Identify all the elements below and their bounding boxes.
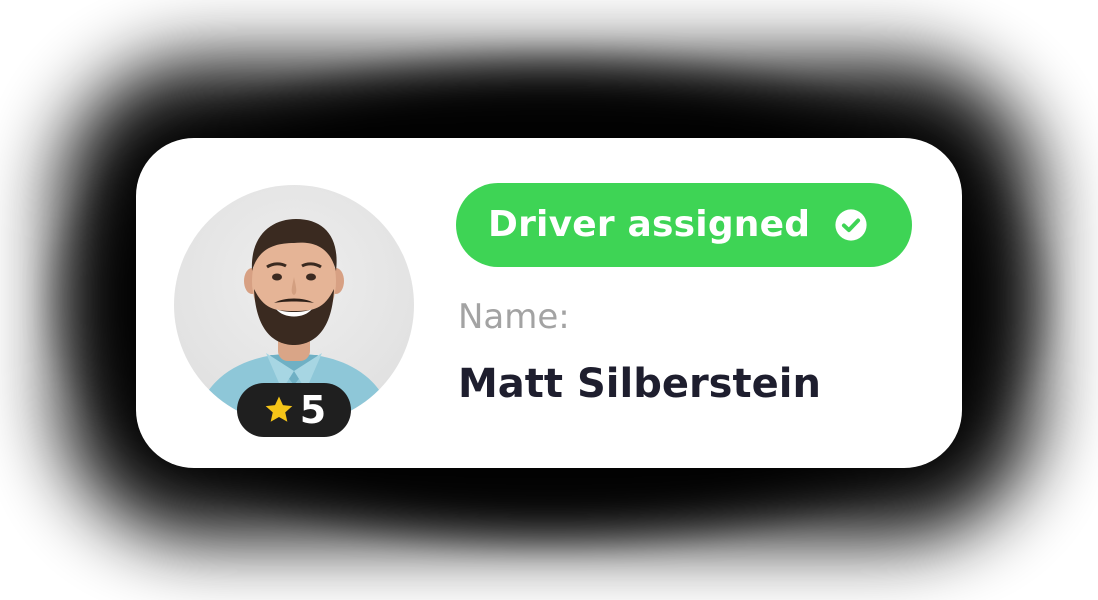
check-circle-icon <box>835 209 867 241</box>
name-label: Name: <box>458 297 570 337</box>
status-badge: Driver assigned <box>456 183 912 267</box>
stage: 5 Driver assigned Name: Matt Silberstein <box>0 0 1098 600</box>
star-icon <box>265 396 293 422</box>
status-badge-label: Driver assigned <box>488 204 811 245</box>
rating-badge: 5 <box>237 383 351 437</box>
avatar-container: 5 <box>174 185 414 437</box>
rating-value: 5 <box>299 388 327 432</box>
driver-name: Matt Silberstein <box>458 361 821 407</box>
driver-card: 5 Driver assigned Name: Matt Silberstein <box>136 138 962 468</box>
